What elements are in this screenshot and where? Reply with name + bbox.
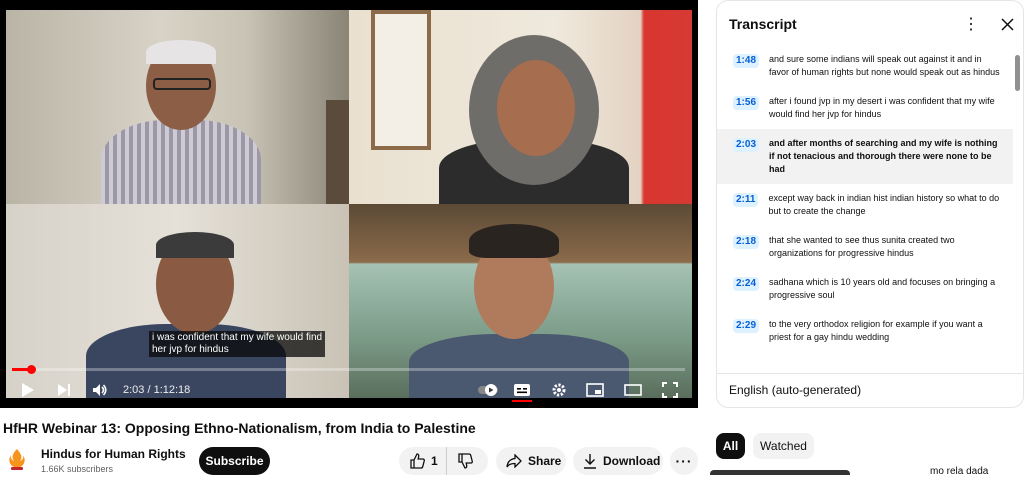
download-button[interactable]: Download [573,447,663,475]
play-button[interactable] [17,380,39,400]
transcript-segment[interactable]: 2:24 sadhana which is 10 years old and fo… [717,268,1013,310]
transcript-segment[interactable]: 1:48 and sure some indians will speak out… [717,45,1013,87]
thumbs-down-icon [458,453,473,469]
like-button[interactable]: 1 [399,447,447,475]
miniplayer-icon [586,383,604,397]
chip-watched[interactable]: Watched [753,433,814,459]
transcript-close-button[interactable] [997,12,1017,36]
segment-text: that she wanted to see thus sunita creat… [769,235,955,258]
segment-timestamp[interactable]: 2:29 [733,319,760,333]
more-actions-button[interactable]: ··· [670,447,698,475]
chip-all[interactable]: All [716,433,745,459]
download-icon [584,454,596,469]
transcript-scrollbar[interactable] [1015,55,1020,91]
volume-icon [93,384,107,396]
related-video-thumbnail[interactable] [710,470,850,475]
channel-avatar[interactable] [4,446,30,472]
transcript-panel: Transcript ⋮ 1:48 and sure some indians w… [716,0,1024,408]
thumbs-up-icon [410,453,425,469]
segment-text: sadhana which is 10 years old and focuse… [769,277,996,300]
segment-timestamp[interactable]: 2:03 [733,138,760,152]
share-label: Share [528,454,562,468]
player-controls: 2:03 / 1:12:18 [0,376,698,404]
fullscreen-button[interactable] [659,380,681,400]
volume-button[interactable] [89,380,111,400]
segment-text: and after months of searching and my wif… [769,138,998,174]
next-button[interactable] [53,380,75,400]
transcript-language-select[interactable]: English (auto-generated) [729,383,861,397]
segment-text: and sure some indians will speak out aga… [769,54,1000,77]
transcript-title: Transcript [729,16,797,32]
more-vert-icon: ⋮ [963,16,979,33]
fullscreen-icon [662,382,678,398]
segment-timestamp[interactable]: 1:48 [733,54,760,68]
segment-text: after i found jvp in my desert i was con… [769,96,995,119]
transcript-segment[interactable]: 2:11 except way back in indian hist india… [717,184,1013,226]
transcript-footer: English (auto-generated) [717,373,1023,407]
segment-timestamp[interactable]: 2:11 [733,193,759,207]
more-horiz-icon: ··· [675,453,693,469]
segment-timestamp[interactable]: 1:56 [733,96,760,110]
video-player[interactable]: i was confident that my wife would find … [0,0,698,408]
channel-name[interactable]: Hindus for Human Rights [41,447,186,461]
transcript-more-button[interactable]: ⋮ [961,12,981,36]
segment-text: to the very orthodox religion for exampl… [769,319,983,342]
miniplayer-button[interactable] [584,380,606,400]
transcript-segment[interactable]: 2:18 that she wanted to see thus sunita c… [717,226,1013,268]
segment-text: except way back in indian hist indian hi… [768,193,1000,216]
progress-scrubber[interactable] [27,365,36,374]
video-frame[interactable] [6,10,692,398]
transcript-segment[interactable]: 2:29 to the very orthodox religion for ex… [717,310,1013,352]
settings-button[interactable] [548,380,570,400]
like-count: 1 [431,454,438,468]
transcript-segment[interactable]: 1:56 after i found jvp in my desert i was… [717,87,1013,129]
participant-tile-2 [349,10,692,204]
video-title: HfHR Webinar 13: Opposing Ethno-National… [3,420,476,436]
theater-icon [624,384,642,396]
progress-bar[interactable] [12,365,685,374]
share-button[interactable]: Share [496,447,566,475]
autoplay-icon [478,384,498,396]
captions-overlay: i was confident that my wife would find … [149,331,326,357]
subscribe-button[interactable]: Subscribe [199,447,270,475]
participant-tile-1 [6,10,349,204]
closed-captions-icon [514,384,530,396]
download-label: Download [603,454,661,468]
captions-button[interactable] [511,380,533,400]
play-icon [22,383,34,397]
related-video-title[interactable]: mo rela dada [930,466,988,477]
share-icon [506,454,522,468]
transcript-segment[interactable]: 2:03 and after months of searching and my… [717,129,1013,184]
segment-timestamp[interactable]: 2:24 [733,277,760,291]
theater-mode-button[interactable] [622,380,644,400]
time-display: 2:03 / 1:12:18 [123,384,191,396]
segment-timestamp[interactable]: 2:18 [733,235,760,249]
like-dislike-group: 1 [399,447,488,475]
caption-line-2: her jvp for hindus [152,344,229,355]
next-icon [58,384,70,396]
transcript-segment-list[interactable]: 1:48 and sure some indians will speak out… [717,45,1013,375]
captions-active-indicator [512,400,532,402]
autoplay-toggle[interactable] [477,380,499,400]
close-icon [1000,17,1014,31]
gear-icon [552,383,566,397]
flame-logo-icon [9,449,25,470]
subscriber-count: 1.66K subscribers [41,464,114,474]
dislike-button[interactable] [447,447,473,475]
caption-line-1: i was confident that my wife would find [152,332,323,343]
